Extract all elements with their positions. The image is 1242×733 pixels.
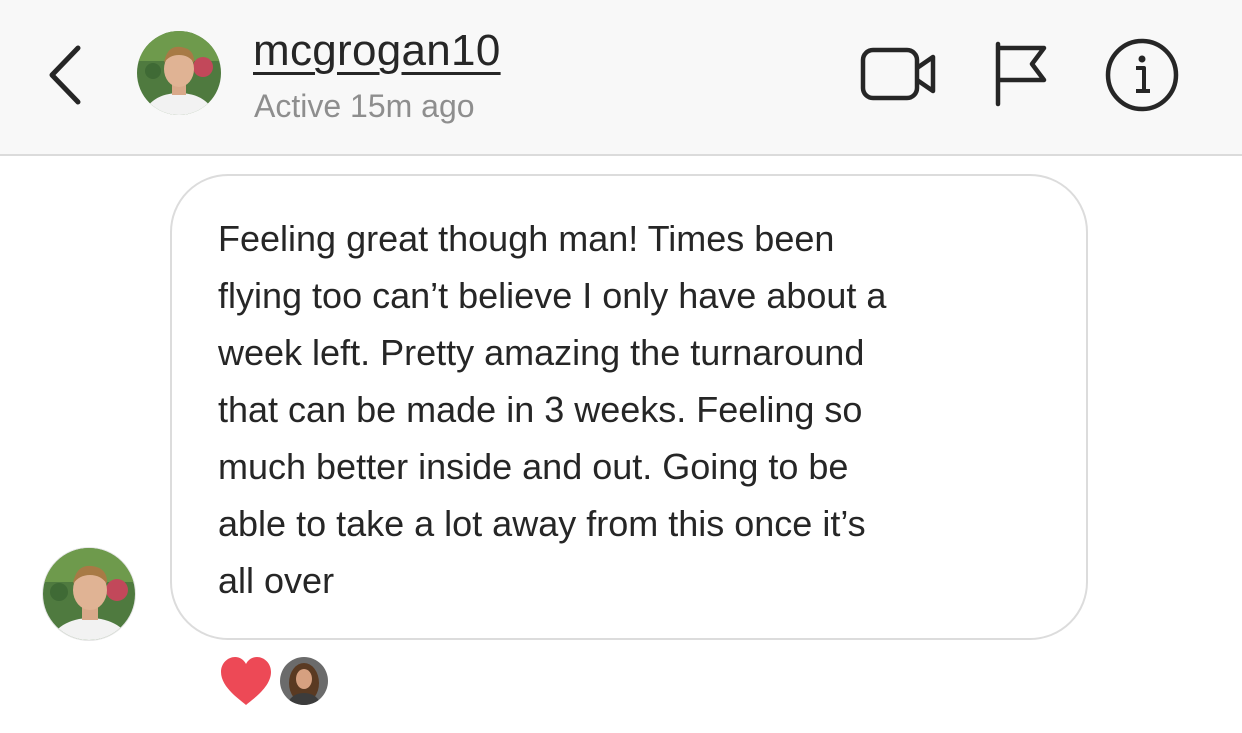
chat-header: mcgrogan10 Active 15m ago xyxy=(0,0,1242,156)
sender-avatar[interactable] xyxy=(42,547,136,641)
profile-avatar[interactable] xyxy=(137,31,221,115)
info-icon xyxy=(1105,38,1179,112)
username-link[interactable]: mcgrogan10 xyxy=(253,26,501,76)
heart-icon xyxy=(221,657,271,705)
chevron-left-icon xyxy=(49,45,81,105)
video-call-button[interactable] xyxy=(860,44,938,104)
avatar-image xyxy=(280,657,328,705)
message-text: Feeling great though man! Times been fly… xyxy=(218,218,887,601)
message-bubble[interactable]: Feeling great though man! Times been fly… xyxy=(170,174,1088,640)
back-button[interactable] xyxy=(40,40,96,110)
message-reactions[interactable] xyxy=(216,653,336,709)
info-button[interactable] xyxy=(1104,37,1180,113)
video-camera-icon xyxy=(860,47,936,101)
dm-conversation-screen: mcgrogan10 Active 15m ago Feeling great … xyxy=(0,0,1242,733)
avatar-image xyxy=(137,31,221,115)
avatar-image xyxy=(43,548,135,640)
report-button[interactable] xyxy=(990,40,1050,108)
reactor-avatar xyxy=(278,655,330,707)
active-status: Active 15m ago xyxy=(254,88,475,124)
flag-icon xyxy=(995,41,1047,107)
